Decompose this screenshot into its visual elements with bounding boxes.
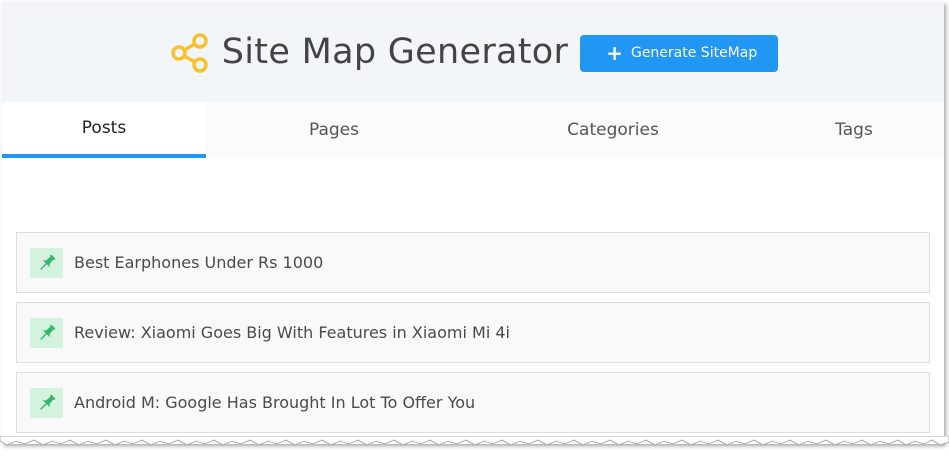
generate-sitemap-button[interactable]: + Generate SiteMap (580, 34, 779, 72)
post-title: Android M: Google Has Brought In Lot To … (74, 393, 476, 412)
posts-list: Best Earphones Under Rs 1000 Review: Xia… (16, 232, 930, 442)
post-title: Review: Xiaomi Goes Big With Features in… (74, 323, 510, 342)
share-icon (168, 31, 212, 75)
list-item[interactable]: Best Earphones Under Rs 1000 (16, 232, 930, 293)
tab-pages[interactable]: Pages (206, 102, 462, 158)
list-item[interactable]: Android M: Google Has Brought In Lot To … (16, 372, 930, 433)
tab-tags[interactable]: Tags (764, 102, 944, 158)
tab-posts[interactable]: Posts (2, 102, 206, 158)
pin-icon (30, 317, 63, 348)
plus-icon: + (606, 41, 623, 65)
page-header: Site Map Generator + Generate SiteMap (2, 2, 944, 102)
app-window: Site Map Generator + Generate SiteMap Po… (2, 2, 944, 444)
page-title: Site Map Generator (221, 32, 569, 72)
post-title: Best Earphones Under Rs 1000 (74, 253, 324, 272)
pin-icon (30, 387, 63, 418)
tab-categories[interactable]: Categories (462, 102, 764, 158)
generate-sitemap-label: Generate SiteMap (630, 45, 758, 61)
torn-edge (0, 436, 949, 446)
tab-bar: Posts Pages Categories Tags (2, 102, 944, 158)
pin-icon (30, 247, 63, 278)
list-item[interactable]: Review: Xiaomi Goes Big With Features in… (16, 302, 930, 363)
